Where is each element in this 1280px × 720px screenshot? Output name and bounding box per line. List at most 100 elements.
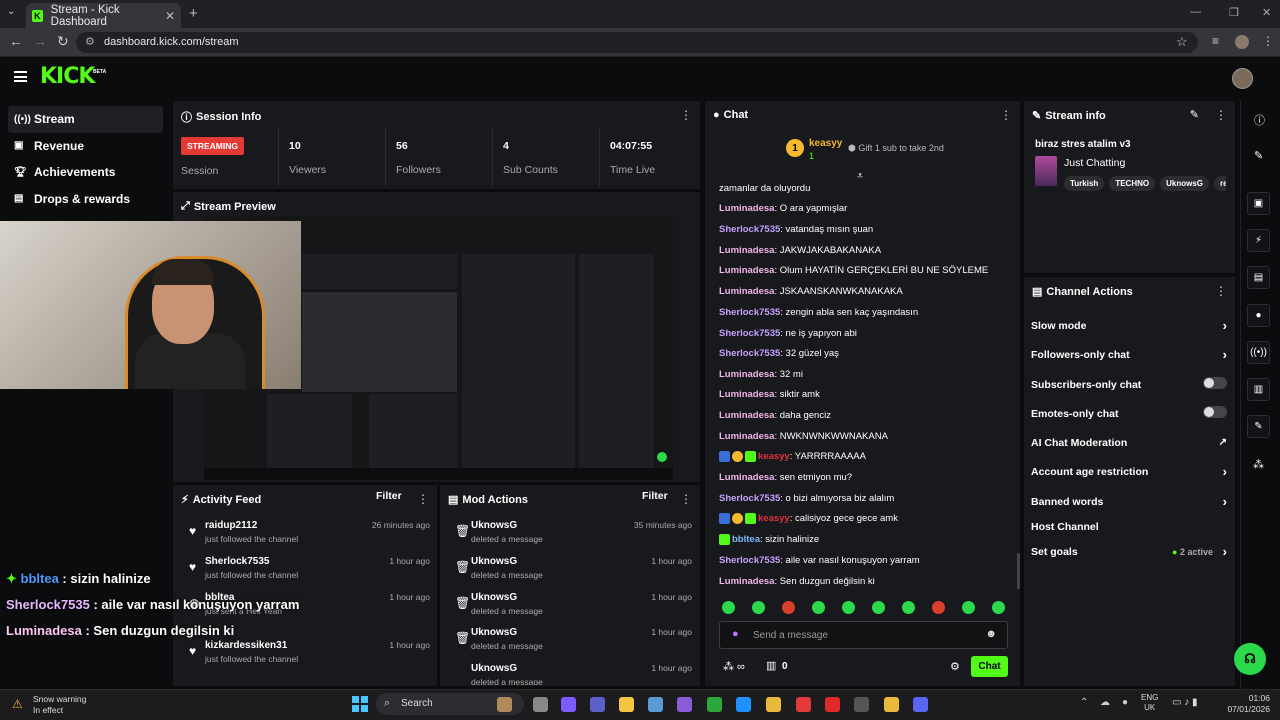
gift-box-icon[interactable]: ▥ [766, 659, 776, 672]
subscribers-only-toggle[interactable] [1203, 377, 1227, 389]
chat-message[interactable]: Luminadesa: JSKAANSKANWKANAKAKA [719, 286, 903, 297]
mic-icon[interactable]: ● [732, 628, 739, 640]
emote-icon[interactable] [932, 601, 945, 614]
more-options-icon[interactable]: ⋮ [417, 492, 429, 506]
file-explorer-icon[interactable] [619, 697, 634, 712]
weather-widget[interactable]: Snow warning In effect [33, 694, 86, 716]
teams-icon[interactable] [590, 697, 605, 712]
chat-message[interactable]: Luminadesa: JAKWJAKABAKANAKA [719, 245, 881, 256]
sidebar-item-stream[interactable]: ((•)) Stream [8, 106, 163, 133]
back-icon[interactable]: ← [9, 33, 23, 49]
weather-app-icon[interactable] [497, 697, 512, 712]
chat-message[interactable]: Luminadesa: O ara yapmışlar [719, 203, 847, 214]
reading-list-icon[interactable]: ≡ [1212, 34, 1219, 48]
chat-message[interactable]: Sherlock7535: zengin abla sen kaç yaşınd… [719, 307, 918, 318]
pencil-icon[interactable]: ✎ [1254, 149, 1263, 162]
chat-message[interactable]: Sherlock7535: aile var nasıl konuşuyon y… [719, 555, 920, 566]
task-view-icon[interactable] [533, 697, 548, 712]
more-options-icon[interactable]: ⋮ [680, 492, 692, 506]
gift-sub-button[interactable]: ⬢ Gift 1 sub to take 2nd [848, 143, 944, 154]
opera-icon[interactable] [825, 697, 840, 712]
discord-icon[interactable] [913, 697, 928, 712]
ai-moderation-row[interactable]: AI Chat Moderation ↗ [1031, 437, 1227, 449]
banned-words-row[interactable]: Banned words › [1031, 494, 1227, 509]
emote-icon[interactable] [872, 601, 885, 614]
chrome-icon[interactable] [766, 697, 781, 712]
opera-gx-icon[interactable] [796, 697, 811, 712]
emote-icon[interactable] [842, 601, 855, 614]
rail-dots-icon[interactable]: ⁂ [1253, 458, 1264, 471]
tray-chevron-icon[interactable]: ⌃ [1080, 697, 1088, 708]
obs-icon[interactable] [854, 697, 869, 712]
scroll-to-bottom-icon[interactable]: ⩡ [857, 170, 863, 183]
info-circle-icon[interactable]: ⓘ [1254, 112, 1265, 128]
site-info-icon[interactable]: ⚙ [85, 35, 95, 48]
chat-username[interactable]: Luminadesa [719, 203, 774, 214]
emote-icon[interactable] [812, 601, 825, 614]
user-avatar[interactable] [1232, 68, 1253, 89]
activity-filter-button[interactable]: Filter [376, 490, 402, 502]
chat-scrollbar[interactable] [1017, 553, 1020, 589]
emote-icon[interactable] [752, 601, 765, 614]
top-gifter-name[interactable]: keasyy [809, 138, 842, 149]
reload-icon[interactable]: ↻ [57, 33, 69, 50]
edit-icon[interactable]: ✎ [1190, 108, 1199, 121]
rail-document-icon[interactable]: ▤ [1247, 266, 1270, 289]
bookmark-star-icon[interactable]: ☆ [1176, 34, 1188, 50]
chat-message[interactable]: Luminadesa: siktir amk [719, 389, 820, 400]
chat-input[interactable]: ● Send a message ☻ [719, 621, 1008, 649]
sidebar-item-revenue[interactable]: ▣ Revenue [8, 133, 163, 160]
chat-message[interactable]: Sherlock7535: vatandaş mısın şuan [719, 224, 873, 235]
url-field[interactable]: ⚙ dashboard.kick.com/stream [76, 32, 1198, 53]
tag[interactable]: UknowsG [1160, 176, 1209, 191]
new-tab-button[interactable]: + [189, 5, 198, 22]
chat-message[interactable]: Luminadesa: NWKNWNKWWNAKANA [719, 431, 888, 442]
rail-broadcast-icon[interactable]: ((•)) [1247, 341, 1270, 364]
microphone-icon[interactable]: ● [1122, 697, 1128, 708]
chat-message[interactable]: Sherlock7535: ne iş yapıyon abi [719, 328, 857, 339]
chat-username[interactable]: Sherlock7535 [719, 493, 780, 504]
chat-settings-icon[interactable]: ⚙ [950, 660, 960, 673]
tag[interactable]: Turkish [1064, 176, 1105, 191]
tab-search-icon[interactable]: ⌄ [7, 6, 15, 17]
category-name[interactable]: Just Chatting [1064, 157, 1125, 169]
chat-username[interactable]: Luminadesa [719, 389, 774, 400]
emote-icon[interactable] [992, 601, 1005, 614]
close-window-icon[interactable]: ✕ [1262, 6, 1271, 19]
chat-message[interactable]: Luminadesa: Sen duzgun değilsin ki [719, 576, 875, 587]
notes-icon[interactable] [648, 697, 663, 712]
network-icon[interactable]: ▭ ♪ ▮ [1172, 697, 1198, 708]
emotes-only-toggle[interactable] [1203, 406, 1227, 418]
chat-message[interactable]: Sherlock7535: 32 güzel yaş [719, 348, 839, 359]
kick-logo[interactable]: KICK [40, 64, 95, 89]
chat-message[interactable]: Luminadesa: Olum HAYATİN GERÇEKLERİ BU N… [719, 265, 988, 276]
warning-icon[interactable]: ⚠ [12, 697, 23, 711]
onedrive-icon[interactable]: ☁ [1100, 697, 1110, 708]
chat-username[interactable]: Luminadesa [719, 286, 774, 297]
minimize-icon[interactable]: — [1190, 6, 1201, 18]
sidebar-item-achievements[interactable]: 🏆︎ Achievements [8, 159, 163, 186]
chat-username[interactable]: keasyy [758, 451, 790, 462]
chat-message[interactable]: keasyy: calisiyoz gece gece amk [719, 513, 898, 524]
account-age-row[interactable]: Account age restriction › [1031, 464, 1227, 479]
windows-start-icon[interactable] [352, 696, 368, 712]
more-options-icon[interactable]: ⋮ [1000, 108, 1012, 122]
browser-menu-icon[interactable]: ⋮ [1262, 34, 1274, 48]
clock[interactable]: 01:06 07/01/2026 [1222, 693, 1270, 715]
chat-message[interactable]: bbltea: sizin halinize [719, 534, 819, 545]
chat-username[interactable]: keasyy [758, 513, 790, 524]
chat-message[interactable]: Sherlock7535: o bizi almıyorsa biz alalı… [719, 493, 894, 504]
send-chat-button[interactable]: Chat [971, 656, 1008, 677]
chat-username[interactable]: Sherlock7535 [719, 348, 780, 359]
rail-lightning-icon[interactable]: ⚡︎ [1247, 229, 1270, 252]
chat-message[interactable]: Luminadesa: 32 mi [719, 369, 803, 380]
forward-icon[interactable]: → [33, 33, 47, 49]
chat-username[interactable]: Luminadesa [719, 431, 774, 442]
chat-username[interactable]: Luminadesa [719, 472, 774, 483]
chat-username[interactable]: Luminadesa [719, 410, 774, 421]
tag[interactable]: TECHNO [1109, 176, 1156, 191]
chat-message[interactable]: keasyy: YARRRRAAAAA [719, 451, 866, 462]
rail-wrench-icon[interactable]: ✎ [1247, 415, 1270, 438]
language-indicator[interactable]: ENG UK [1141, 693, 1158, 713]
rail-session-icon[interactable]: ▣ [1247, 192, 1270, 215]
